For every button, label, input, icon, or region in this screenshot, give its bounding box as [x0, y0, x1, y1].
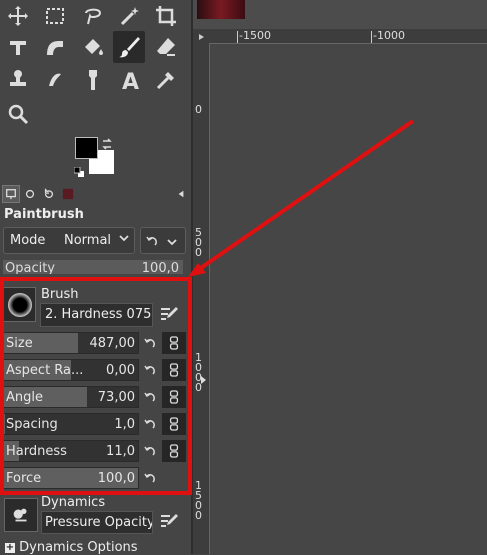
annotation-arrow	[188, 119, 415, 277]
